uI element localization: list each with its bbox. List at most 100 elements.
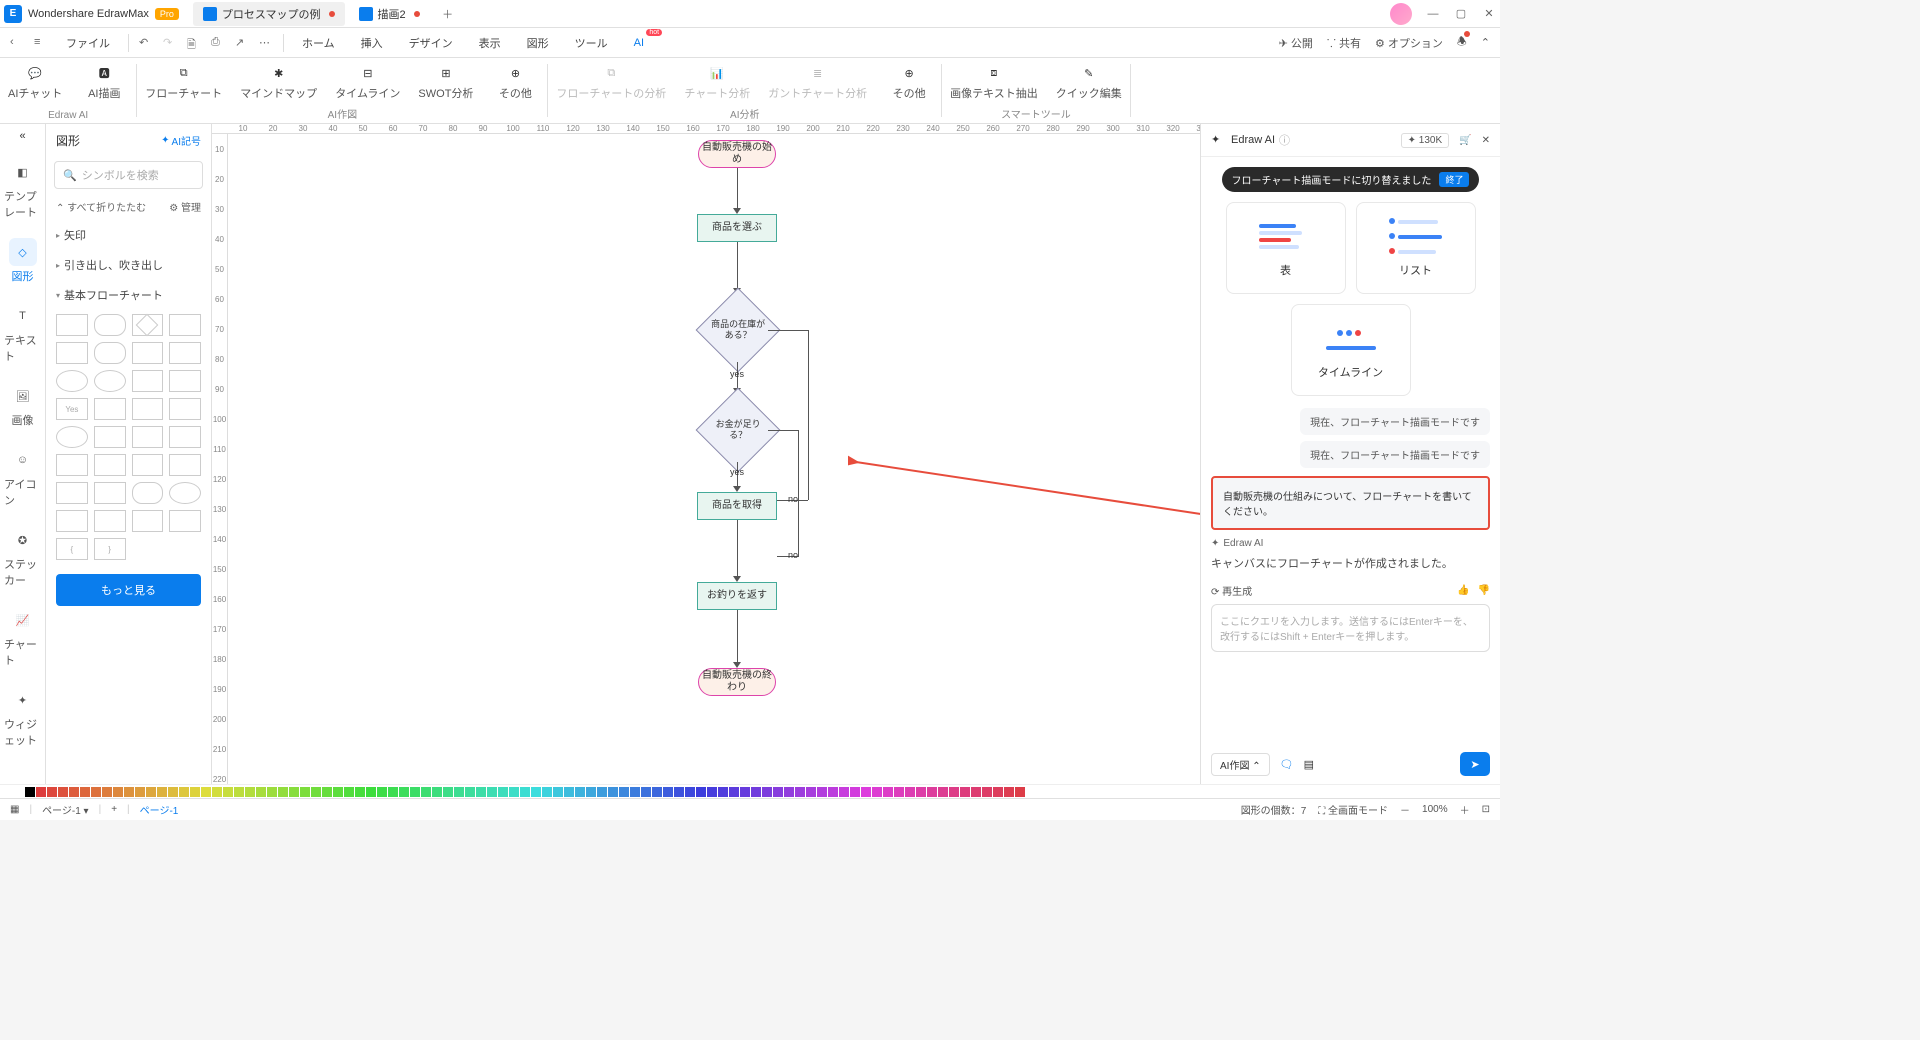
color-swatch[interactable]: [432, 787, 442, 797]
color-swatch[interactable]: [476, 787, 486, 797]
color-swatch[interactable]: [168, 787, 178, 797]
sidebar-icons[interactable]: ☺アイコン: [0, 442, 45, 512]
shape-db[interactable]: [94, 398, 126, 420]
color-swatch[interactable]: [498, 787, 508, 797]
end-mode-button[interactable]: 終了: [1439, 172, 1469, 187]
file-menu[interactable]: ファイル: [58, 31, 118, 55]
color-swatch[interactable]: [927, 787, 937, 797]
ai-prompt-input[interactable]: ここにクエリを入力します。送信するにはEnterキーを、改行するにはShift …: [1211, 604, 1490, 652]
zoom-out-icon[interactable]: －: [1400, 802, 1410, 817]
color-swatch[interactable]: [971, 787, 981, 797]
color-swatch[interactable]: [190, 787, 200, 797]
color-swatch[interactable]: [454, 787, 464, 797]
category-callouts[interactable]: 引き出し、吹き出し: [46, 250, 211, 280]
color-swatch[interactable]: [641, 787, 651, 797]
shape-loop[interactable]: [94, 454, 126, 476]
ai-symbol-button[interactable]: ✦ AI記号: [161, 133, 201, 148]
color-swatch[interactable]: [80, 787, 90, 797]
fit-icon[interactable]: ⊡: [1482, 804, 1490, 815]
color-swatch[interactable]: [509, 787, 519, 797]
chart-analysis-button[interactable]: 📊チャート分析: [684, 64, 750, 101]
more-shapes-button[interactable]: もっと見る: [56, 574, 201, 606]
swot-button[interactable]: ⊞SWOT分析: [418, 64, 473, 101]
color-swatch[interactable]: [762, 787, 772, 797]
color-swatch[interactable]: [575, 787, 585, 797]
shape-search-input[interactable]: 🔍 シンボルを検索: [54, 161, 203, 189]
collapse-sidebar-icon[interactable]: «: [19, 130, 25, 142]
shape-doc[interactable]: [169, 314, 201, 336]
color-swatch[interactable]: [278, 787, 288, 797]
menu-home[interactable]: ホーム: [294, 31, 343, 55]
card-timeline[interactable]: タイムライン: [1291, 304, 1411, 396]
shape-circle[interactable]: [94, 370, 126, 392]
shape-card[interactable]: [132, 398, 164, 420]
color-swatch[interactable]: [300, 787, 310, 797]
shape-curve[interactable]: [169, 510, 201, 532]
manage-button[interactable]: ⚙ 管理: [169, 199, 201, 214]
color-swatch[interactable]: [718, 787, 728, 797]
shape-or[interactable]: [94, 510, 126, 532]
user-avatar[interactable]: [1390, 3, 1412, 25]
node-change[interactable]: お釣りを返す: [697, 582, 777, 610]
color-swatch[interactable]: [102, 787, 112, 797]
mindmap-button[interactable]: ✱マインドマップ: [240, 64, 317, 101]
color-swatch[interactable]: [14, 787, 24, 797]
color-swatch[interactable]: [377, 787, 387, 797]
color-swatch[interactable]: [179, 787, 189, 797]
color-swatch[interactable]: [773, 787, 783, 797]
color-swatch[interactable]: [663, 787, 673, 797]
shape-circ2[interactable]: [169, 482, 201, 504]
color-swatch[interactable]: [619, 787, 629, 797]
back-icon[interactable]: ‹: [10, 36, 24, 50]
color-swatch[interactable]: [586, 787, 596, 797]
node-start[interactable]: 自動販売機の始め: [698, 140, 776, 168]
sidebar-text[interactable]: Tテキスト: [0, 298, 45, 368]
sidebar-charts[interactable]: 📈チャート: [0, 602, 45, 672]
share-button[interactable]: ⸪ 共有: [1327, 35, 1361, 51]
shape-display[interactable]: [169, 398, 201, 420]
menu-design[interactable]: デザイン: [401, 31, 461, 55]
color-swatch[interactable]: [366, 787, 376, 797]
thumbs-down-icon[interactable]: 👎: [1478, 585, 1490, 596]
shape-rect[interactable]: [56, 314, 88, 336]
save-icon[interactable]: 🗎: [187, 36, 201, 50]
color-swatch[interactable]: [828, 787, 838, 797]
shape-pill[interactable]: [132, 482, 164, 504]
color-swatch[interactable]: [630, 787, 640, 797]
color-swatch[interactable]: [520, 787, 530, 797]
color-swatch[interactable]: [256, 787, 266, 797]
shape-manual[interactable]: [169, 370, 201, 392]
color-swatch[interactable]: [201, 787, 211, 797]
color-swatch[interactable]: [311, 787, 321, 797]
color-swatch[interactable]: [223, 787, 233, 797]
color-swatch[interactable]: [344, 787, 354, 797]
shape-para[interactable]: [56, 342, 88, 364]
color-swatch[interactable]: [388, 787, 398, 797]
color-swatch[interactable]: [916, 787, 926, 797]
canvas[interactable]: 自動販売機の始め 商品を選ぶ 商品の在庫がある？ yes お金が足りる？ yes…: [228, 134, 1270, 784]
menu-shapes[interactable]: 図形: [519, 31, 557, 55]
ai-chat-button[interactable]: 💬AIチャット: [8, 64, 62, 101]
color-swatch[interactable]: [410, 787, 420, 797]
shape-conn[interactable]: [56, 426, 88, 448]
page-label[interactable]: ページ-1: [140, 802, 179, 817]
shape-roundrect[interactable]: [94, 314, 126, 336]
color-swatch[interactable]: [322, 787, 332, 797]
color-swatch[interactable]: [234, 787, 244, 797]
category-basic-flow[interactable]: 基本フローチャート: [46, 280, 211, 310]
color-swatch[interactable]: [960, 787, 970, 797]
color-swatch[interactable]: [883, 787, 893, 797]
color-swatch[interactable]: [1004, 787, 1014, 797]
color-swatch[interactable]: [861, 787, 871, 797]
color-swatch[interactable]: [421, 787, 431, 797]
template-icon[interactable]: ▤: [1304, 758, 1314, 771]
color-swatch[interactable]: [850, 787, 860, 797]
color-swatch[interactable]: [487, 787, 497, 797]
shape-trap[interactable]: [132, 426, 164, 448]
sidebar-templates[interactable]: ◧テンプレート: [0, 154, 45, 224]
undo-icon[interactable]: ↶: [139, 36, 153, 50]
color-swatch[interactable]: [993, 787, 1003, 797]
color-swatch[interactable]: [333, 787, 343, 797]
color-swatch[interactable]: [597, 787, 607, 797]
menu-tools[interactable]: ツール: [567, 31, 616, 55]
